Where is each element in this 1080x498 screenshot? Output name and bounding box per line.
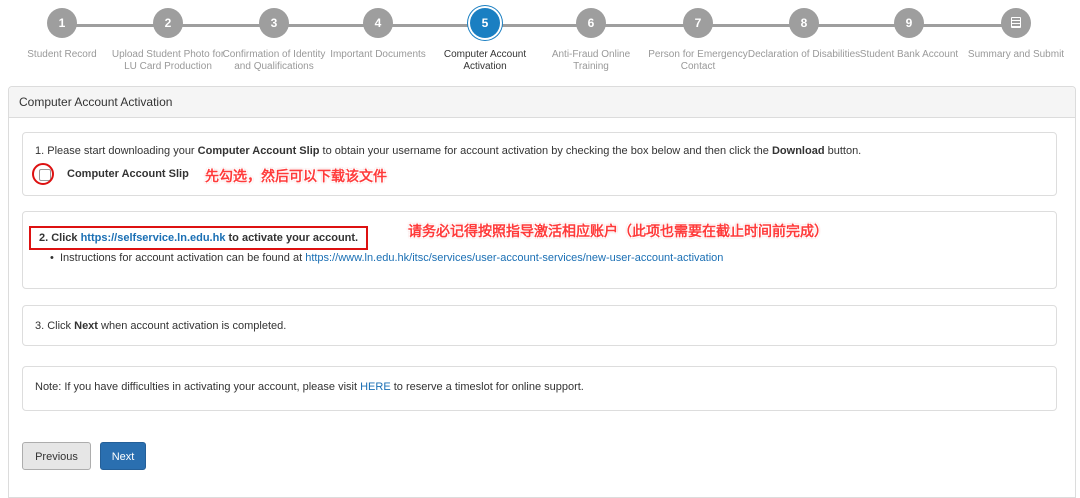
step2-highlight-box: 2. Click https://selfservice.ln.edu.hk t…: [29, 226, 369, 250]
instructions-link[interactable]: https://www.ln.edu.hk/itsc/services/user…: [305, 252, 723, 264]
step-student-bank-account[interactable]: 9 Student Bank Account: [851, 8, 967, 61]
step-label: Person for Emergency Contact: [648, 49, 748, 72]
previous-button[interactable]: Previous: [22, 442, 91, 470]
step2-text: 2. Click: [39, 232, 81, 244]
step1-bold-slip: Computer Account Slip: [197, 145, 320, 157]
step-label: Declaration of Disabilities: [747, 49, 861, 60]
annotation-check-first: 先勾选，然后可以下载该文件: [205, 169, 387, 185]
step2-text-suffix: to activate your account.: [225, 232, 359, 244]
note-text: Note: If you have difficulties in activa…: [35, 381, 584, 393]
step-label: Student Bank Account: [859, 49, 959, 60]
step-number: 4: [363, 8, 393, 38]
step-label: Summary and Submit: [967, 49, 1065, 60]
step1-instruction: 1. Please start downloading your Compute…: [35, 145, 861, 157]
note-box: Note: If you have difficulties in activa…: [22, 366, 1057, 411]
step1-bold-download: Download: [771, 145, 825, 157]
step-label: Important Documents: [330, 49, 426, 60]
selfservice-link[interactable]: https://selfservice.ln.edu.hk: [81, 232, 226, 244]
summary-icon: [1011, 17, 1021, 29]
step1-text-middle: to obtain your username for account acti…: [319, 145, 772, 157]
instructions-text: Instructions for account activation can …: [60, 252, 306, 264]
step3-instruction: 3. Click Next when account activation is…: [35, 320, 286, 332]
step-number: 5: [470, 8, 500, 38]
step3-text: 3. Click: [35, 320, 75, 332]
step1-text-suffix: button.: [824, 145, 862, 157]
step-label: Computer Account Activation: [443, 49, 527, 72]
note-prefix: Note: If you have difficulties in activa…: [35, 381, 361, 393]
step-upload-photo[interactable]: 2 Upload Student Photo for LU Card Produ…: [110, 8, 226, 73]
progress-stepper: 1 Student Record 2 Upload Student Photo …: [0, 0, 1080, 82]
next-button[interactable]: Next: [100, 442, 146, 470]
step-number: 1: [47, 8, 77, 38]
step-student-record[interactable]: 1 Student Record: [4, 8, 120, 61]
instructions-bullet: Instructions for account activation can …: [50, 252, 723, 264]
annotation-activate-account: 请务必记得按照指导激活相应账户（此项也需要在截止时间前完成）: [408, 224, 828, 240]
step-label: Confirmation of Identity and Qualificati…: [222, 49, 326, 72]
step-label: Anti-Fraud Online Training: [551, 49, 631, 72]
step-anti-fraud-training[interactable]: 6 Anti-Fraud Online Training: [533, 8, 649, 73]
step-important-documents[interactable]: 4 Important Documents: [320, 8, 436, 61]
next-instruction-box: 3. Click Next when account activation is…: [22, 305, 1057, 346]
step-computer-account-activation[interactable]: 5 Computer Account Activation: [427, 8, 543, 73]
checkbox-label[interactable]: Computer Account Slip: [67, 168, 189, 180]
panel-title: Computer Account Activation: [9, 87, 1075, 118]
step3-bold-next: Next: [74, 320, 98, 332]
step-circle: [1001, 8, 1031, 38]
step-number: 7: [683, 8, 713, 38]
highlight-circle: [32, 163, 54, 185]
download-slip-box: 1. Please start downloading your Compute…: [22, 132, 1057, 196]
step-label: Student Record: [27, 49, 97, 60]
step1-text: 1. Please start downloading your: [35, 145, 198, 157]
here-link[interactable]: HERE: [360, 381, 391, 393]
step-label: Upload Student Photo for LU Card Product…: [111, 49, 225, 72]
step-summary-submit[interactable]: Summary and Submit: [958, 8, 1074, 61]
activate-account-box: 2. Click https://selfservice.ln.edu.hk t…: [22, 211, 1057, 289]
step-number: 3: [259, 8, 289, 38]
step-confirmation-identity[interactable]: 3 Confirmation of Identity and Qualifica…: [216, 8, 332, 73]
step-declaration-disabilities[interactable]: 8 Declaration of Disabilities: [746, 8, 862, 61]
activation-panel: Computer Account Activation 1. Please st…: [8, 86, 1076, 498]
step-number: 9: [894, 8, 924, 38]
step-emergency-contact[interactable]: 7 Person for Emergency Contact: [640, 8, 756, 73]
step-number: 8: [789, 8, 819, 38]
note-suffix: to reserve a timeslot for online support…: [390, 381, 584, 393]
step3-text-suffix: when account activation is completed.: [97, 320, 287, 332]
step-number: 2: [153, 8, 183, 38]
step-number: 6: [576, 8, 606, 38]
